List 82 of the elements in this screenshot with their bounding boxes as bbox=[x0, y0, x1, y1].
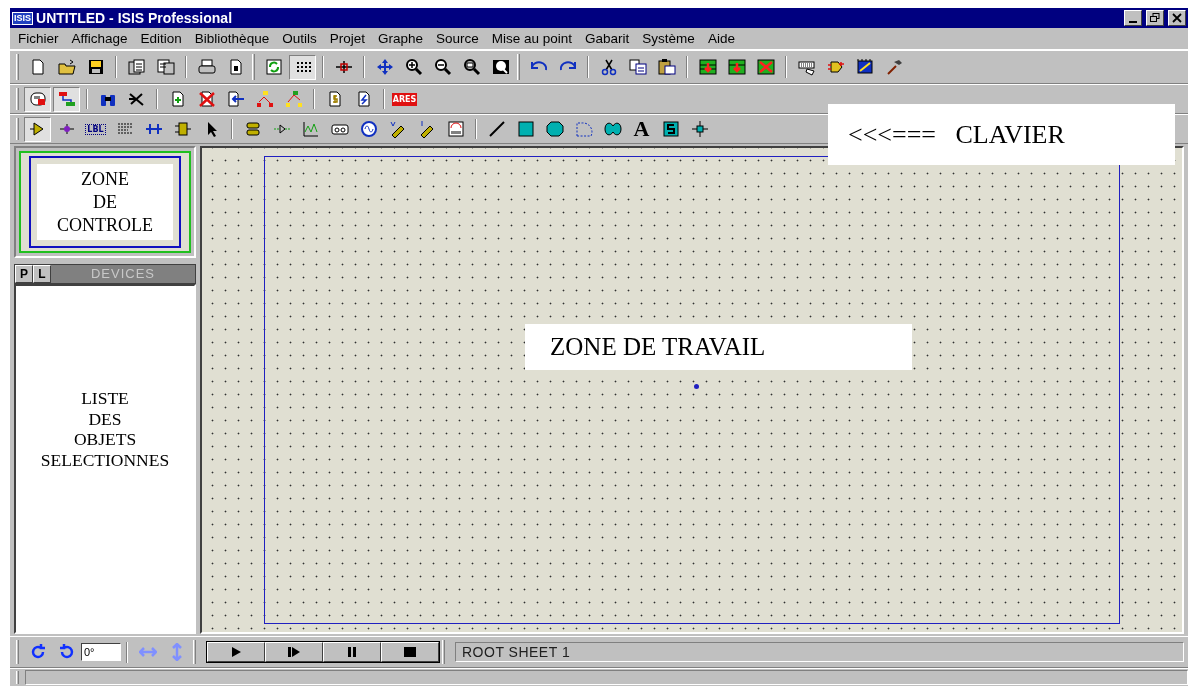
angle-field[interactable]: 0° bbox=[81, 643, 121, 661]
crosshair-icon bbox=[334, 58, 353, 76]
tape-icon bbox=[28, 90, 47, 108]
zoom-out-icon bbox=[433, 58, 452, 76]
voltage-probe-icon bbox=[388, 120, 407, 138]
refresh-icon bbox=[264, 58, 283, 76]
toolbar-button[interactable] bbox=[24, 86, 51, 112]
toolbar-button[interactable] bbox=[289, 54, 316, 80]
path-shape-icon bbox=[603, 120, 622, 138]
stacked-pages-icon bbox=[127, 58, 146, 76]
minimize-button[interactable] bbox=[1124, 10, 1142, 26]
minimize-icon bbox=[1129, 20, 1137, 23]
plug-icon bbox=[826, 58, 845, 76]
swap-icon bbox=[284, 90, 303, 108]
page-arrow-icon bbox=[226, 90, 245, 108]
label-tool-button[interactable]: LBL bbox=[82, 116, 109, 142]
toolbar-button[interactable] bbox=[24, 116, 51, 142]
line-icon bbox=[487, 120, 506, 138]
arc-icon bbox=[574, 120, 593, 138]
play-button[interactable] bbox=[207, 642, 265, 662]
symbol-icon bbox=[661, 120, 680, 138]
workspace-label: ZONE DE TRAVAIL bbox=[525, 324, 912, 370]
close-button[interactable] bbox=[1168, 10, 1186, 26]
restore-button[interactable] bbox=[1146, 10, 1164, 26]
menu-item[interactable]: Système bbox=[640, 31, 702, 46]
netlist-icon bbox=[57, 90, 76, 108]
menu-item[interactable]: Affichage bbox=[69, 31, 135, 46]
stop-button[interactable] bbox=[381, 642, 439, 662]
menu-item[interactable]: Projet bbox=[327, 31, 372, 46]
page-cross-icon bbox=[197, 90, 216, 108]
sheet-name-field: ROOT SHEET 1 bbox=[455, 642, 1184, 662]
pause-icon bbox=[346, 646, 358, 658]
window-title: UNTITLED - ISIS Professional bbox=[36, 10, 234, 26]
graph-icon bbox=[301, 120, 320, 138]
play-icon bbox=[230, 646, 242, 658]
copy-icon bbox=[628, 58, 647, 76]
step-icon bbox=[287, 646, 301, 658]
close-icon bbox=[1172, 13, 1182, 23]
scissors-icon bbox=[599, 58, 618, 76]
menu-item[interactable]: Source bbox=[434, 31, 486, 46]
subcircuit-icon bbox=[173, 120, 192, 138]
menu-item[interactable]: Outils bbox=[280, 31, 324, 46]
four-way-arrow-icon bbox=[375, 58, 394, 76]
clipboard-icon bbox=[657, 58, 676, 76]
zoom-icon bbox=[462, 58, 481, 76]
app-logo: ISIS bbox=[12, 11, 33, 25]
keyboard-hand-icon bbox=[797, 58, 816, 76]
zoom-in-icon bbox=[404, 58, 423, 76]
rotate-counterclockwise-icon bbox=[57, 643, 76, 661]
terminal-icon bbox=[243, 120, 262, 138]
menu-item[interactable]: Edition bbox=[138, 31, 189, 46]
stacked-pages-icon bbox=[156, 58, 175, 76]
restore-icon bbox=[1150, 13, 1160, 23]
object-list-label: LISTE DES OBJETS SELECTIONNES bbox=[40, 388, 170, 470]
square-icon bbox=[516, 120, 535, 138]
control-zone-label: ZONE DE CONTROLE bbox=[37, 164, 173, 240]
chip-icon bbox=[855, 58, 874, 76]
keyboard-label: <<<=== CLAVIER bbox=[828, 104, 1175, 165]
generator-icon bbox=[359, 120, 378, 138]
devices-title: DEVICES bbox=[89, 265, 157, 283]
swap-icon bbox=[255, 90, 274, 108]
mode-tab[interactable]: P bbox=[15, 265, 33, 283]
text-tool-button[interactable]: A bbox=[628, 116, 655, 142]
menu-item[interactable]: Fichier bbox=[16, 31, 66, 46]
menu-item[interactable]: Graphe bbox=[375, 31, 430, 46]
menu-item[interactable]: Mise au point bbox=[489, 31, 580, 46]
meter-icon bbox=[446, 120, 465, 138]
zoom-area-icon bbox=[491, 58, 510, 76]
origin-marker bbox=[694, 384, 699, 389]
menu-item[interactable]: Gabarit bbox=[583, 31, 637, 46]
marker-icon bbox=[690, 120, 709, 138]
menu-item[interactable]: Bibliothèque bbox=[192, 31, 277, 46]
printer-icon bbox=[197, 58, 216, 76]
stop-icon bbox=[403, 646, 417, 658]
crossed-tools-icon bbox=[127, 90, 146, 108]
folder-icon bbox=[57, 58, 76, 76]
pause-button[interactable] bbox=[323, 642, 381, 662]
mode-tab[interactable]: L bbox=[33, 265, 51, 283]
step-button[interactable] bbox=[265, 642, 323, 662]
editing-canvas[interactable]: ZONE DE TRAVAIL bbox=[200, 146, 1184, 634]
menu-item[interactable]: Aide bbox=[705, 31, 742, 46]
block-delete-icon bbox=[756, 58, 775, 76]
